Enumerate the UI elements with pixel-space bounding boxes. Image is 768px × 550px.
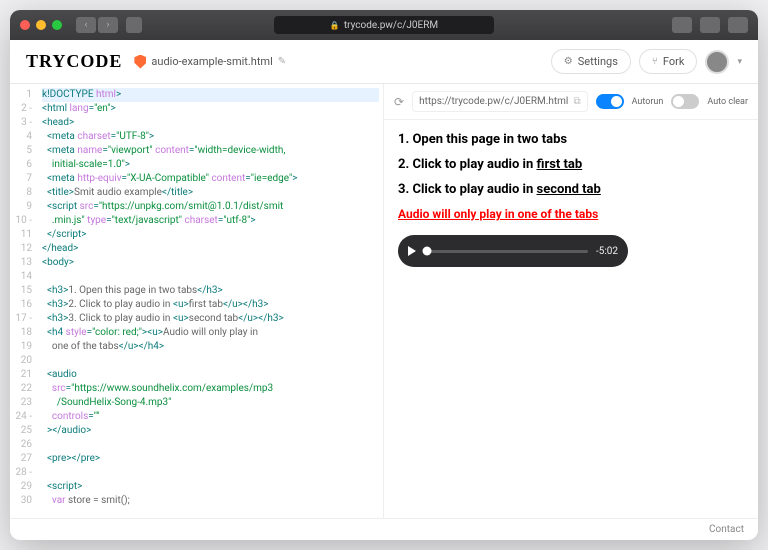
gear-icon: ⚙ bbox=[564, 56, 573, 67]
url-text: trycode.pw/c/J0ERM bbox=[344, 20, 438, 31]
share-icon[interactable] bbox=[672, 17, 692, 33]
autorun-toggle[interactable] bbox=[596, 94, 624, 109]
audio-player[interactable]: -5:02 bbox=[398, 235, 628, 267]
tabs-icon[interactable] bbox=[728, 17, 748, 33]
open-external-icon[interactable]: ⧉ bbox=[573, 96, 580, 107]
minimize-icon[interactable] bbox=[36, 20, 46, 30]
maximize-icon[interactable] bbox=[52, 20, 62, 30]
preview-body: 1. Open this page in two tabs 2. Click t… bbox=[384, 120, 758, 518]
autorun-label: Autorun bbox=[632, 97, 664, 107]
edit-pencil-icon[interactable]: ✎ bbox=[278, 56, 286, 67]
preview-url-field[interactable]: https://trycode.pw/c/J0ERM.html ⧉ bbox=[412, 91, 588, 112]
preview-url-text: https://trycode.pw/c/J0ERM.html bbox=[419, 96, 568, 107]
settings-button[interactable]: ⚙ Settings bbox=[551, 49, 631, 74]
code-editor[interactable]: 12 -3 -45678910 -11121314151617 -1819202… bbox=[10, 84, 384, 518]
contact-link[interactable]: Contact bbox=[709, 524, 744, 535]
chevron-down-icon[interactable]: ▾ bbox=[737, 57, 742, 67]
autoclear-toggle[interactable] bbox=[671, 94, 699, 109]
footer: Contact bbox=[10, 518, 758, 540]
settings-label: Settings bbox=[578, 55, 618, 68]
play-icon[interactable] bbox=[408, 246, 416, 256]
file-chip[interactable]: audio-example-smit.html ✎ bbox=[134, 55, 286, 69]
app-header: TRYCODE audio-example-smit.html ✎ ⚙ Sett… bbox=[10, 40, 758, 84]
preview-h3: 3. Click to play audio in second tab bbox=[398, 182, 744, 197]
back-button[interactable]: ‹ bbox=[76, 17, 96, 33]
code-area[interactable]: k!DOCTYPE html><html lang="en"><head> <m… bbox=[38, 84, 383, 518]
file-name: audio-example-smit.html bbox=[151, 55, 272, 68]
preview-toolbar: ⟳ https://trycode.pw/c/J0ERM.html ⧉ Auto… bbox=[384, 84, 758, 120]
preview-pane: ⟳ https://trycode.pw/c/J0ERM.html ⧉ Auto… bbox=[384, 84, 758, 518]
url-bar[interactable]: 🔒 trycode.pw/c/J0ERM bbox=[274, 16, 494, 34]
close-icon[interactable] bbox=[20, 20, 30, 30]
sidebar-toggle-icon[interactable] bbox=[126, 17, 142, 33]
preview-warning: Audio will only play in one of the tabs bbox=[398, 207, 744, 221]
audio-track[interactable] bbox=[424, 250, 588, 253]
window-titlebar: ‹ › 🔒 trycode.pw/c/J0ERM bbox=[10, 10, 758, 40]
lock-icon: 🔒 bbox=[330, 21, 340, 30]
window-controls bbox=[20, 20, 62, 30]
html-shield-icon bbox=[134, 55, 146, 69]
autoclear-label: Auto clear bbox=[707, 97, 748, 107]
preview-h1: 1. Open this page in two tabs bbox=[398, 132, 744, 147]
preview-h2: 2. Click to play audio in first tab bbox=[398, 157, 744, 172]
fork-label: Fork bbox=[663, 55, 685, 68]
audio-thumb[interactable] bbox=[423, 247, 432, 256]
browser-window: ‹ › 🔒 trycode.pw/c/J0ERM TRYCODE audio-e… bbox=[10, 10, 758, 540]
refresh-icon[interactable]: ⟳ bbox=[394, 95, 404, 109]
new-tab-icon[interactable] bbox=[700, 17, 720, 33]
avatar[interactable] bbox=[705, 50, 729, 74]
forward-button[interactable]: › bbox=[98, 17, 118, 33]
main-split: 12 -3 -45678910 -11121314151617 -1819202… bbox=[10, 84, 758, 518]
audio-time: -5:02 bbox=[596, 246, 618, 257]
fork-button[interactable]: ⑂ Fork bbox=[639, 49, 698, 74]
line-gutter: 12 -3 -45678910 -11121314151617 -1819202… bbox=[10, 84, 38, 518]
fork-icon: ⑂ bbox=[652, 56, 658, 67]
logo[interactable]: TRYCODE bbox=[26, 51, 122, 72]
